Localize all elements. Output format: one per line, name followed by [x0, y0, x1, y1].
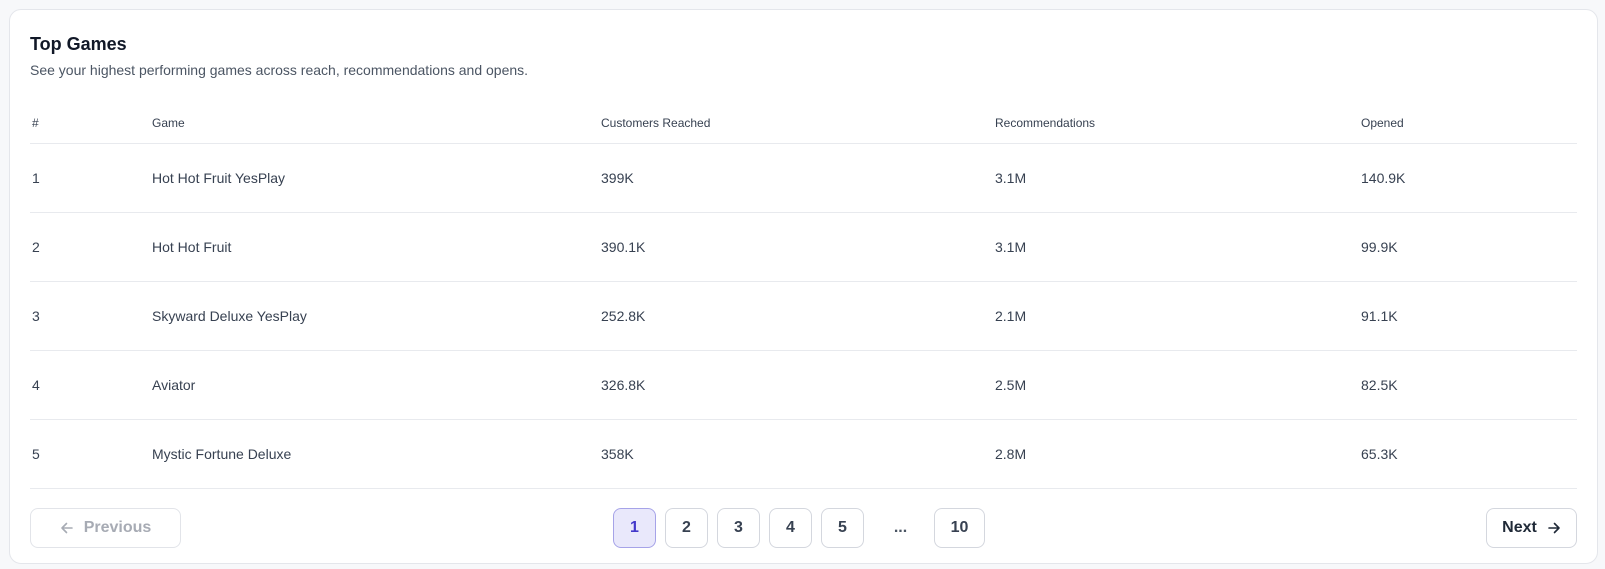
customers-reached-cell: 390.1K	[601, 239, 646, 255]
opened-cell: 65.3K	[1361, 446, 1398, 462]
page-button-10[interactable]: 10	[934, 508, 985, 548]
top-games-table: # Game Customers Reached Recommendations…	[30, 110, 1577, 489]
customers-reached-cell: 252.8K	[601, 308, 646, 324]
page-button-4[interactable]: 4	[769, 508, 812, 548]
recommendations-cell: 3.1M	[995, 239, 1027, 255]
recommendations-cell: 2.5M	[995, 377, 1027, 393]
opened-cell: 99.9K	[1361, 239, 1398, 255]
game-cell: Skyward Deluxe YesPlay	[152, 308, 307, 324]
recommendations-cell: 2.1M	[995, 308, 1027, 324]
arrow-left-icon	[60, 522, 73, 534]
table-row: 4 Aviator 326.8K 2.5M 82.5K	[30, 351, 1577, 420]
table-row: 1 Hot Hot Fruit YesPlay 399K 3.1M 140.9K	[30, 144, 1577, 213]
column-header-opened: Opened	[1361, 116, 1404, 130]
top-games-card: Top Games See your highest performing ga…	[9, 9, 1598, 564]
card-subtitle: See your highest performing games across…	[30, 62, 529, 78]
game-cell: Mystic Fortune Deluxe	[152, 446, 292, 462]
rank-cell: 5	[32, 446, 40, 462]
page-button-5[interactable]: 5	[821, 508, 864, 548]
opened-cell: 82.5K	[1361, 377, 1398, 393]
customers-reached-cell: 358K	[601, 446, 634, 462]
game-cell: Hot Hot Fruit YesPlay	[152, 170, 286, 186]
pagination: Previous 1 2 3 4 5 ... 10 Next	[30, 508, 1577, 548]
column-header-recommendations: Recommendations	[995, 116, 1096, 130]
pagination-ellipsis: ...	[893, 519, 908, 536]
next-label: Next	[1502, 519, 1537, 536]
rank-cell: 3	[32, 308, 40, 324]
previous-label: Previous	[83, 519, 152, 536]
rank-cell: 1	[32, 170, 40, 186]
customers-reached-cell: 326.8K	[601, 377, 646, 393]
opened-cell: 91.1K	[1361, 308, 1398, 324]
table-row: 3 Skyward Deluxe YesPlay 252.8K 2.1M 91.…	[30, 282, 1577, 351]
page-button-3[interactable]: 3	[717, 508, 760, 548]
opened-cell: 140.9K	[1361, 170, 1406, 186]
game-cell: Aviator	[152, 377, 196, 393]
column-header-rank: #	[32, 116, 39, 130]
table-row: 5 Mystic Fortune Deluxe 358K 2.8M 65.3K	[30, 420, 1577, 489]
table-header-row: # Game Customers Reached Recommendations…	[30, 110, 1577, 144]
recommendations-cell: 2.8M	[995, 446, 1027, 462]
page-button-1[interactable]: 1	[613, 508, 656, 548]
page-button-2[interactable]: 2	[665, 508, 708, 548]
rank-cell: 2	[32, 239, 40, 255]
recommendations-cell: 3.1M	[995, 170, 1027, 186]
next-button[interactable]: Next	[1486, 508, 1577, 548]
rank-cell: 4	[32, 377, 40, 393]
card-title: Top Games	[30, 34, 127, 54]
column-header-customers-reached: Customers Reached	[601, 116, 711, 130]
customers-reached-cell: 399K	[601, 170, 634, 186]
column-header-game: Game	[152, 116, 185, 130]
game-cell: Hot Hot Fruit	[152, 239, 232, 255]
arrow-right-icon	[1548, 522, 1560, 534]
previous-button[interactable]: Previous	[30, 508, 181, 548]
table-row: 2 Hot Hot Fruit 390.1K 3.1M 99.9K	[30, 213, 1577, 282]
